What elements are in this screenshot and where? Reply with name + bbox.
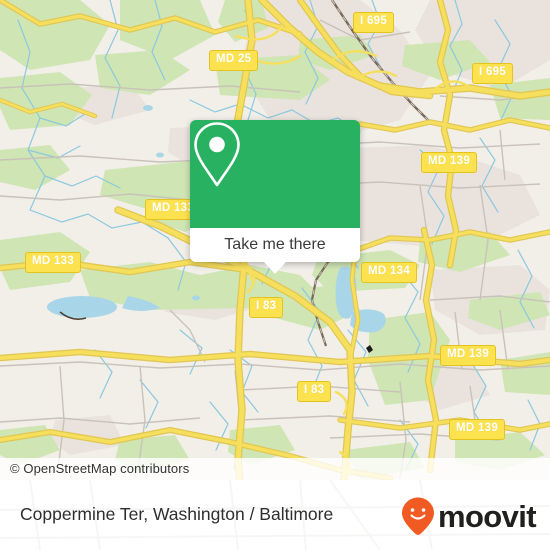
road-shield: MD 139 [440, 345, 497, 366]
location-popup-card[interactable]: Take me there [190, 120, 360, 274]
road-shield: MD 139 [421, 152, 478, 173]
map-attribution-bar: © OpenStreetMap contributors [0, 458, 550, 480]
footer-bar: Coppermine Ter, Washington / Baltimore m… [0, 480, 550, 550]
road-shield: MD 25 [209, 50, 259, 71]
moovit-logo[interactable]: moovit [400, 496, 537, 536]
popup-action-panel[interactable]: Take me there [190, 228, 360, 262]
road-shield: MD 139 [449, 419, 506, 440]
road-shield: MD 133 [25, 252, 82, 273]
popup-icon-panel [190, 120, 360, 228]
moovit-smiley-pin-icon [401, 497, 434, 535]
road-shield: MD 134 [361, 262, 418, 283]
road-shield: I 83 [297, 381, 332, 402]
road-shield: I 695 [353, 12, 395, 33]
road-shield: I 83 [249, 297, 284, 318]
popup-pointer-tip [264, 262, 286, 274]
osm-attribution-text: © OpenStreetMap contributors [10, 461, 190, 476]
road-shield: I 695 [472, 63, 514, 84]
moovit-map-screenshot: I 695 MD 25 I 695 MD 139 MD 133 MD 133 M… [0, 0, 550, 550]
map-canvas[interactable]: I 695 MD 25 I 695 MD 139 MD 133 MD 133 M… [0, 0, 550, 480]
map-pin-icon [194, 122, 240, 187]
moovit-wordmark: moovit [437, 498, 537, 534]
page-title: Coppermine Ter, Washington / Baltimore [20, 504, 334, 524]
take-me-there-label: Take me there [224, 236, 326, 253]
